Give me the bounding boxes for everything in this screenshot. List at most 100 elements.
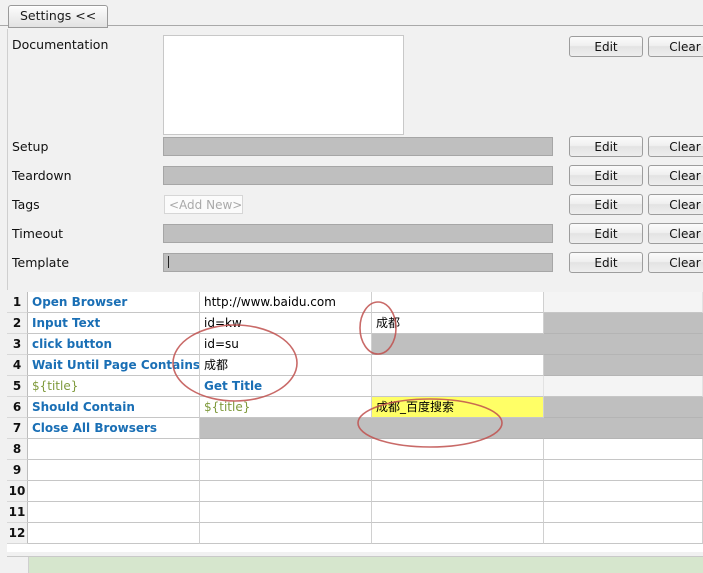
table-row[interactable]: 11 [7,502,703,523]
row-number[interactable]: 12 [7,523,28,544]
grid-cell-r1-c2[interactable]: http://www.baidu.com [200,292,372,313]
grid-cell-r9-c1[interactable] [28,460,200,481]
table-row[interactable]: 12 [7,523,703,544]
grid-cell-r12-c1[interactable] [28,523,200,544]
table-row[interactable]: 1 Open Browser http://www.baidu.com [7,292,703,313]
grid-cell-r8-c2[interactable] [200,439,372,460]
grid-cell-r10-c2[interactable] [200,481,372,502]
tags-edit-button[interactable]: Edit [569,194,643,215]
grid-cell-r2-c4[interactable] [544,313,703,334]
setup-edit-button[interactable]: Edit [569,136,643,157]
table-row[interactable]: 6 Should Contain ${title} 成都_百度搜索 [7,397,703,418]
grid-cell-r11-c1[interactable] [28,502,200,523]
tab-strip: Settings << [0,0,703,29]
label-tags: Tags [12,197,40,212]
row-number[interactable]: 7 [7,418,28,439]
row-number[interactable]: 10 [7,481,28,502]
grid-cell-r4-c3[interactable] [372,355,544,376]
grid-cell-r6-c1[interactable]: Should Contain [28,397,200,418]
row-number[interactable]: 5 [7,376,28,397]
grid-cell-r1-c1[interactable]: Open Browser [28,292,200,313]
setup-clear-button[interactable]: Clear [648,136,703,157]
grid-cell-r3-c1[interactable]: click button [28,334,200,355]
test-case-grid[interactable]: 1 Open Browser http://www.baidu.com 2 Input … [7,290,703,552]
template-field[interactable] [163,253,553,272]
row-number[interactable]: 4 [7,355,28,376]
tags-clear-button[interactable]: Clear [648,194,703,215]
grid-cell-r4-c2[interactable]: 成都 [200,355,372,376]
grid-cell-r9-c4[interactable] [544,460,703,481]
row-number[interactable]: 2 [7,313,28,334]
grid-cell-r2-c3[interactable]: 成都 [372,313,544,334]
tab-settings[interactable]: Settings << [8,5,109,28]
grid-cell-r12-c3[interactable] [372,523,544,544]
grid-cell-r8-c3[interactable] [372,439,544,460]
documentation-textarea[interactable] [163,35,404,135]
text-caret [168,256,169,268]
label-template: Template [12,255,70,270]
grid-cell-r1-c3[interactable] [372,292,544,313]
grid-cell-r3-c3[interactable] [372,334,544,355]
grid-cell-r4-c4[interactable] [544,355,703,376]
grid-cell-r5-c4[interactable] [544,376,703,397]
setup-field[interactable] [163,137,553,156]
grid-cell-r10-c1[interactable] [28,481,200,502]
grid-cell-r3-c4[interactable] [544,334,703,355]
documentation-clear-button[interactable]: Clear [648,36,703,57]
documentation-edit-button[interactable]: Edit [569,36,643,57]
row-number[interactable]: 3 [7,334,28,355]
timeout-field[interactable] [163,224,553,243]
row-number[interactable]: 6 [7,397,28,418]
grid-cell-r12-c2[interactable] [200,523,372,544]
table-row[interactable]: 4 Wait Until Page Contains 成都 [7,355,703,376]
teardown-edit-button[interactable]: Edit [569,165,643,186]
row-number[interactable]: 11 [7,502,28,523]
grid-cell-r9-c2[interactable] [200,460,372,481]
grid-cell-r12-c4[interactable] [544,523,703,544]
grid-cell-r11-c3[interactable] [372,502,544,523]
grid-cell-r7-c2[interactable] [200,418,372,439]
app-window: Settings << Documentation Edit Clear Set… [0,0,703,573]
row-number[interactable]: 9 [7,460,28,481]
row-number[interactable]: 1 [7,292,28,313]
grid-cell-r8-c1[interactable] [28,439,200,460]
grid-cell-r4-c1[interactable]: Wait Until Page Contains [28,355,200,376]
table-row[interactable]: 8 [7,439,703,460]
table-row[interactable]: 5 ${title} Get Title [7,376,703,397]
grid-cell-r10-c3[interactable] [372,481,544,502]
table-row[interactable]: 3 click button id=su [7,334,703,355]
grid-cell-r6-c3[interactable]: 成都_百度搜索 [372,397,544,418]
table-row[interactable]: 9 [7,460,703,481]
template-edit-button[interactable]: Edit [569,252,643,273]
grid-cell-r7-c4[interactable] [544,418,703,439]
tags-add-new-field[interactable]: <Add New> [164,195,243,214]
grid-cell-r3-c2[interactable]: id=su [200,334,372,355]
grid-cell-r8-c4[interactable] [544,439,703,460]
teardown-field[interactable] [163,166,553,185]
grid-cell-r7-c1[interactable]: Close All Browsers [28,418,200,439]
teardown-clear-button[interactable]: Clear [648,165,703,186]
grid-cell-r10-c4[interactable] [544,481,703,502]
grid-cell-r5-c3[interactable] [372,376,544,397]
template-clear-button[interactable]: Clear [648,252,703,273]
timeout-edit-button[interactable]: Edit [569,223,643,244]
label-documentation: Documentation [12,37,109,52]
table-row[interactable]: 7 Close All Browsers [7,418,703,439]
settings-panel: Documentation Edit Clear Setup Edit Clea… [7,29,703,290]
timeout-clear-button[interactable]: Clear [648,223,703,244]
grid-cell-r5-c2[interactable]: Get Title [200,376,372,397]
grid-cell-r5-c1[interactable]: ${title} [28,376,200,397]
grid-cell-r6-c4[interactable] [544,397,703,418]
grid-cell-r2-c2[interactable]: id=kw [200,313,372,334]
status-bar [7,556,703,573]
grid-cell-r7-c3[interactable] [372,418,544,439]
grid-cell-r9-c3[interactable] [372,460,544,481]
table-row[interactable]: 10 [7,481,703,502]
grid-cell-r6-c2[interactable]: ${title} [200,397,372,418]
row-number[interactable]: 8 [7,439,28,460]
grid-cell-r1-c4[interactable] [544,292,703,313]
grid-cell-r11-c4[interactable] [544,502,703,523]
grid-cell-r2-c1[interactable]: Input Text [28,313,200,334]
table-row[interactable]: 2 Input Text id=kw 成都 [7,313,703,334]
grid-cell-r11-c2[interactable] [200,502,372,523]
